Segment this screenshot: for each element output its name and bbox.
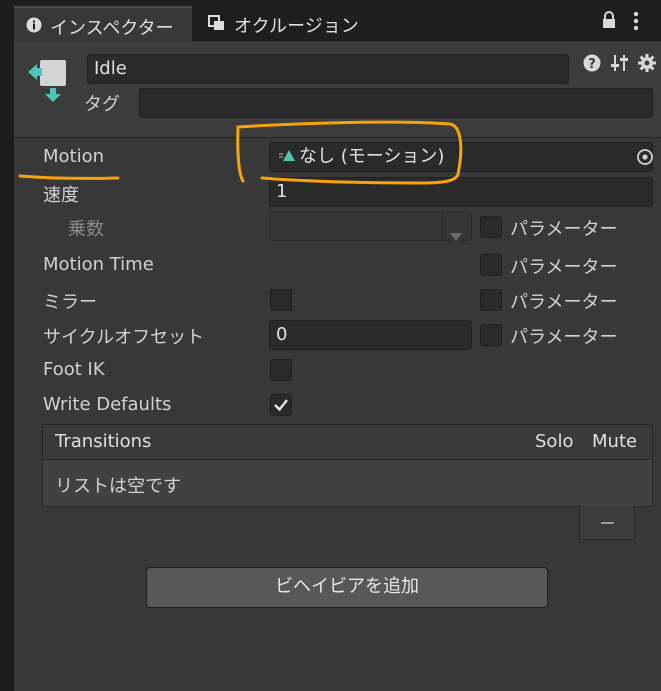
annotation-circle (236, 120, 463, 185)
annotation-underline (18, 174, 120, 180)
annotation-overlay (18, 120, 463, 185)
